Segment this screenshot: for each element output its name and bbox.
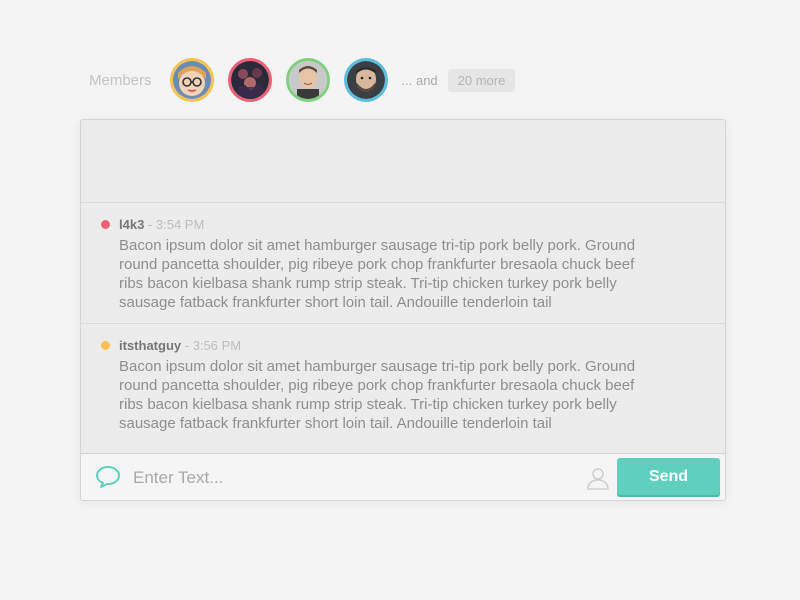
members-label: Members xyxy=(89,71,152,89)
avatar-3[interactable] xyxy=(285,58,330,102)
avatar-2[interactable] xyxy=(227,58,272,102)
composer-bar: Send xyxy=(81,453,725,500)
members-bar: Members ... and 20 more xyxy=(89,54,516,106)
and-text: ... and xyxy=(401,72,438,88)
message-item: itsthatguy - 3:56 PM Bacon ipsum dolor s… xyxy=(81,324,725,455)
avatar-3-image xyxy=(288,61,327,99)
message-timestamp: - 3:56 PM xyxy=(184,338,242,353)
speech-bubble-icon xyxy=(95,465,121,494)
message-header: l4k3 - 3:54 PM xyxy=(119,217,725,233)
user-icon[interactable] xyxy=(585,465,611,496)
message-timestamp: - 3:54 PM xyxy=(147,217,205,232)
message-body: Bacon ipsum dolor sit amet hamburger sau… xyxy=(119,237,636,311)
avatar-1-image xyxy=(172,61,211,99)
send-button[interactable]: Send xyxy=(617,458,720,495)
message-username[interactable]: l4k3 xyxy=(119,217,144,232)
message-header: itsthatguy - 3:56 PM xyxy=(119,338,725,354)
message-input[interactable] xyxy=(131,464,575,492)
avatar-4-image xyxy=(346,61,385,99)
avatar-2-image xyxy=(230,61,269,99)
more-members-badge[interactable]: 20 more xyxy=(447,68,516,92)
avatar-1[interactable] xyxy=(169,58,214,102)
chat-panel: l4k3 - 3:54 PM Bacon ipsum dolor sit ame… xyxy=(80,119,726,501)
message-body: Bacon ipsum dolor sit amet hamburger sau… xyxy=(119,358,636,432)
chat-top-area xyxy=(81,120,725,203)
status-dot xyxy=(101,341,110,350)
avatar-4[interactable] xyxy=(343,58,388,102)
message-item: l4k3 - 3:54 PM Bacon ipsum dolor sit ame… xyxy=(81,203,725,324)
message-username[interactable]: itsthatguy xyxy=(119,338,181,353)
status-dot xyxy=(101,220,110,229)
